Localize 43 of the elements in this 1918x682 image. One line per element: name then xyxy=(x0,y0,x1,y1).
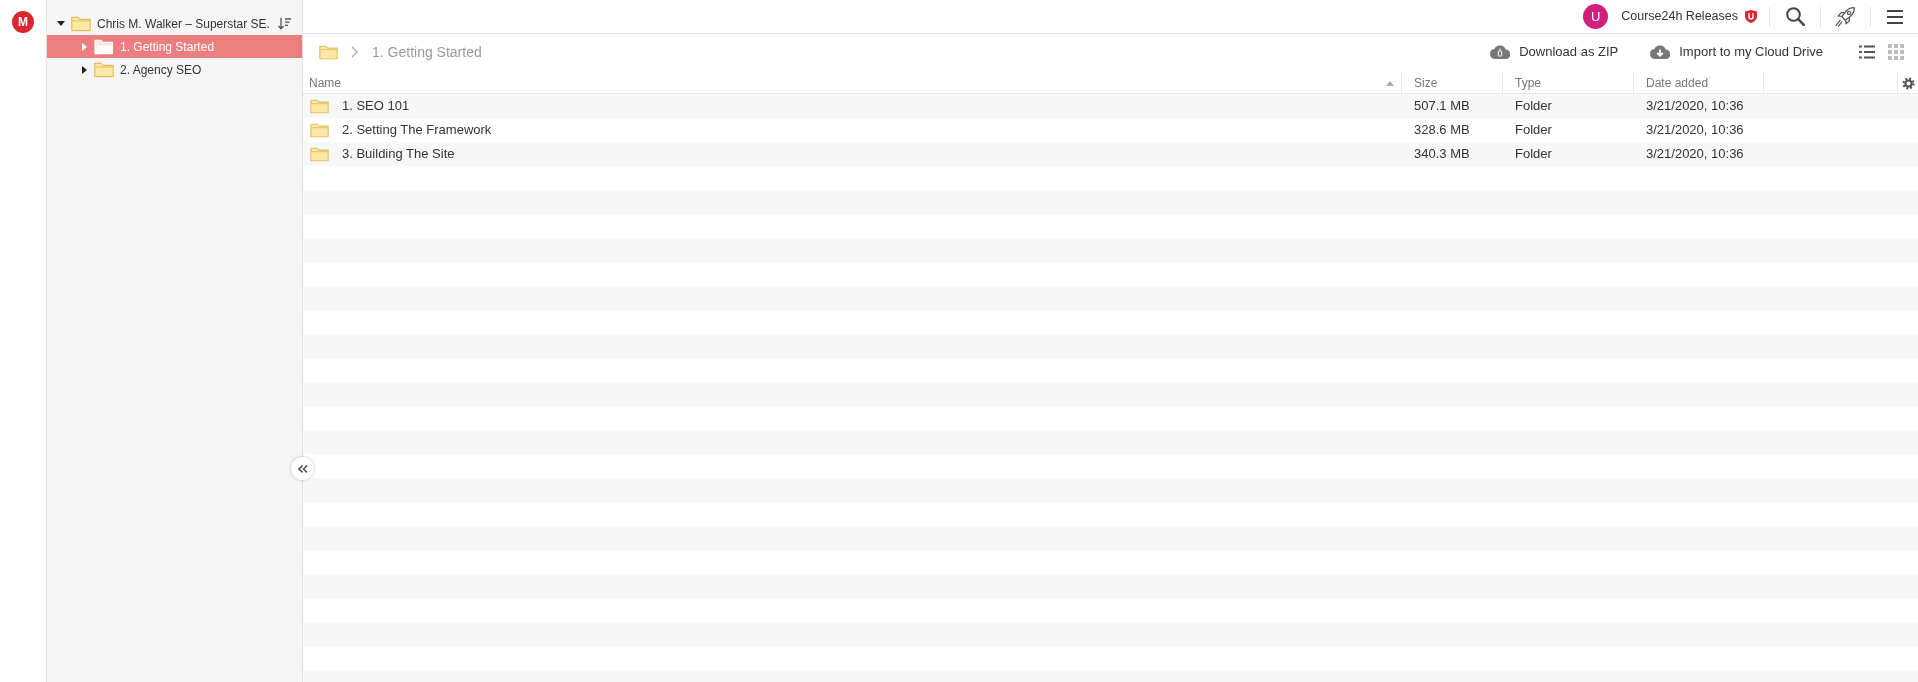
menu-icon[interactable] xyxy=(1887,9,1903,24)
download-zip-button[interactable]: Download as ZIP xyxy=(1490,42,1619,62)
column-header[interactable]: Name xyxy=(309,74,341,92)
date-added: 3/21/2020, 10:36 xyxy=(1645,97,1745,116)
cloud-icon xyxy=(1490,45,1511,59)
chevron-right-icon xyxy=(351,46,358,58)
import-button[interactable]: Import to my Cloud Drive xyxy=(1650,42,1823,62)
rocket-icon[interactable] xyxy=(1835,6,1855,27)
file-name[interactable]: 2. Setting The Framework xyxy=(342,120,492,140)
folder-icon xyxy=(310,98,329,114)
shield-icon xyxy=(1745,10,1757,23)
caret-right-icon[interactable] xyxy=(81,65,87,74)
cloud-download-icon xyxy=(1650,45,1671,59)
file-size: 507.1 MB xyxy=(1413,97,1471,116)
open-folder-icon xyxy=(94,38,114,55)
file-type: Folder xyxy=(1514,145,1553,164)
folder-icon xyxy=(310,146,329,162)
file-name[interactable]: 1. SEO 101 xyxy=(342,96,410,116)
collapse-sidebar-button[interactable] xyxy=(291,457,314,480)
file-type: Folder xyxy=(1514,121,1553,140)
folder-icon xyxy=(310,122,329,138)
folder-icon xyxy=(71,15,91,32)
folder-icon xyxy=(94,61,114,78)
file-size: 340.3 MB xyxy=(1413,145,1471,164)
file-name[interactable]: 3. Building The Site xyxy=(342,144,455,164)
column-header[interactable]: Date added xyxy=(1646,74,1709,92)
user-avatar[interactable]: U xyxy=(1583,4,1609,29)
account-name[interactable]: Course24h Releases xyxy=(1621,7,1738,26)
file-size: 328.6 MB xyxy=(1413,121,1471,140)
caret-down-icon[interactable] xyxy=(57,21,65,26)
column-header[interactable]: Type xyxy=(1515,74,1541,92)
double-chevron-icon xyxy=(297,464,308,473)
settings-icon[interactable] xyxy=(1901,76,1915,90)
search-icon[interactable] xyxy=(1786,7,1805,26)
app-logo[interactable]: M xyxy=(12,11,34,33)
column-header[interactable]: Size xyxy=(1414,74,1438,92)
date-added: 3/21/2020, 10:36 xyxy=(1645,145,1745,164)
list-view-icon[interactable] xyxy=(1859,45,1875,59)
file-type: Folder xyxy=(1514,97,1553,116)
sort-icon[interactable] xyxy=(278,17,291,30)
date-added: 3/21/2020, 10:36 xyxy=(1645,121,1745,140)
tree-item[interactable]: 2. Agency SEO xyxy=(47,58,302,81)
tree-item[interactable]: Chris M. Walker – Superstar SE. xyxy=(47,12,278,35)
